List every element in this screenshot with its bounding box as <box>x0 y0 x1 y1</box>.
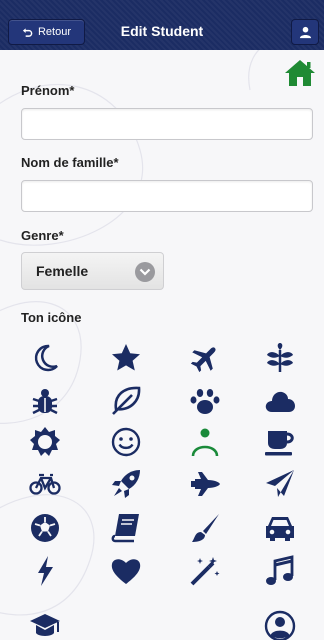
icon-option-person[interactable] <box>185 424 225 460</box>
music-icon <box>266 555 294 585</box>
graduation-cap-icon <box>30 614 60 636</box>
icon-option-paint-brush[interactable] <box>185 510 225 546</box>
icon-option-bicycle[interactable] <box>25 466 65 502</box>
gender-select[interactable]: Femelle <box>21 252 164 290</box>
first-name-label: Prénom* <box>21 83 75 98</box>
magic-wand-icon <box>190 557 220 586</box>
user-circle-icon <box>264 610 296 640</box>
icon-option-graduation-cap[interactable] <box>25 608 65 640</box>
icon-option-music[interactable] <box>260 553 300 589</box>
person-icon <box>191 428 219 457</box>
car-icon <box>266 517 294 541</box>
last-name-label: Nom de famille* <box>21 155 119 170</box>
icon-option-soccer-ball[interactable] <box>25 510 65 546</box>
last-name-input[interactable] <box>21 180 313 212</box>
icon-option-leaf-branch[interactable] <box>260 340 300 376</box>
home-icon[interactable] <box>284 59 316 87</box>
icon-option-smile[interactable] <box>106 424 146 460</box>
icon-option-rocket[interactable] <box>106 466 146 502</box>
icon-option-space-shuttle[interactable] <box>185 466 225 502</box>
lightning-icon <box>38 556 53 586</box>
icon-option-plane[interactable] <box>185 340 225 376</box>
leaf-icon <box>112 386 141 415</box>
chevron-down-icon <box>135 262 155 282</box>
icon-option-book[interactable] <box>106 510 146 546</box>
coffee-icon <box>265 431 294 456</box>
soccer-ball-icon <box>31 514 59 542</box>
star-icon <box>112 344 140 371</box>
icon-option-cloud[interactable] <box>260 383 300 419</box>
gender-select-value: Femelle <box>36 263 89 279</box>
sun-icon <box>30 427 60 456</box>
paint-brush-icon <box>192 514 219 542</box>
leaf-branch-icon <box>267 343 293 372</box>
user-button[interactable] <box>291 19 319 45</box>
icon-option-star[interactable] <box>106 340 146 376</box>
icon-option-sun[interactable] <box>25 424 65 460</box>
user-icon <box>299 26 311 38</box>
rocket-icon <box>112 470 140 498</box>
cloud-icon <box>265 391 295 412</box>
icon-option-heart[interactable] <box>106 553 146 589</box>
icon-section-label: Ton icône <box>21 310 82 325</box>
icon-option-user-circle[interactable] <box>260 608 300 640</box>
icon-option-magic-wand[interactable] <box>185 553 225 589</box>
icon-option-paper-plane[interactable] <box>260 466 300 502</box>
smile-icon <box>111 427 141 457</box>
bicycle-icon <box>29 473 61 495</box>
space-shuttle-icon <box>191 472 220 496</box>
icon-option-leaf[interactable] <box>106 383 146 419</box>
icon-option-bug[interactable] <box>25 383 65 419</box>
paw-icon <box>190 389 220 414</box>
book-icon <box>111 514 139 543</box>
icon-option-car[interactable] <box>260 510 300 546</box>
icon-option-lightning[interactable] <box>25 553 65 589</box>
paper-plane-icon <box>266 470 294 497</box>
icon-option-moon[interactable] <box>25 340 65 376</box>
icon-option-coffee[interactable] <box>260 424 300 460</box>
page-title: Edit Student <box>120 23 204 39</box>
gender-label: Genre* <box>21 228 64 243</box>
plane-icon <box>190 347 216 373</box>
first-name-input[interactable] <box>21 108 313 140</box>
heart-icon <box>111 559 141 584</box>
bug-icon <box>32 389 58 415</box>
moon-icon <box>34 344 58 372</box>
app-header: Retour Edit Student <box>0 0 324 50</box>
icon-option-paw[interactable] <box>185 383 225 419</box>
